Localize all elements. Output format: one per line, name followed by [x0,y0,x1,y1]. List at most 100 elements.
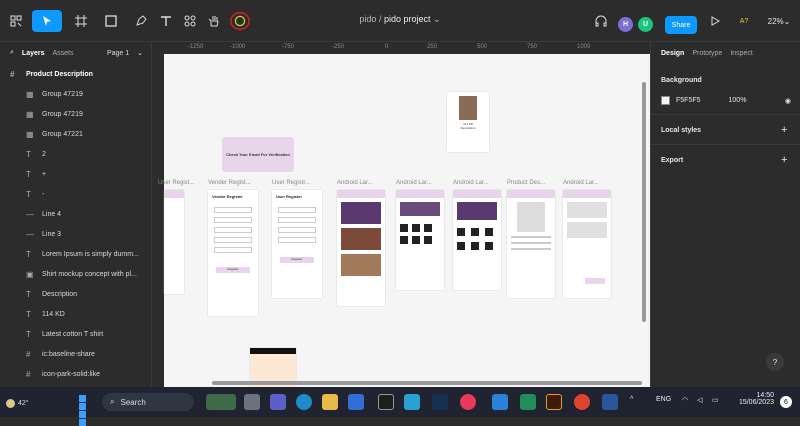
present-play-icon[interactable] [707,10,723,32]
layer-list: ▦ Group 47219 ▦ Group 47219 ▦ Group 47221 T 2 T +… [0,84,151,384]
share-button[interactable]: Share [665,16,697,34]
folder-icon[interactable] [322,394,338,410]
banner-image [341,228,381,250]
color-swatch[interactable] [661,96,670,105]
background-color-row[interactable]: F5F5F5 100% ◉ [661,96,791,105]
project-name[interactable]: pido [359,14,376,24]
tab-assets[interactable]: Assets [53,50,74,57]
layer-item[interactable]: T + [0,164,151,184]
tab-design[interactable]: Design [661,50,684,57]
app-icon[interactable] [404,394,420,410]
screen-android-3[interactable] [453,190,501,290]
layer-item[interactable]: ▣ Shirt mockup concept with pl... [0,264,151,284]
tab-layers[interactable]: Layers [22,50,45,57]
volume-icon[interactable]: ◁ [697,396,702,404]
layer-item[interactable]: T 114 KD [0,304,151,324]
frame-label[interactable]: Vender Regist... [208,180,251,186]
file-explorer-icon[interactable] [244,394,260,410]
page-chevron-icon[interactable]: ⌄ [137,49,143,57]
background-opacity[interactable]: 100% [729,97,747,104]
chrome-icon[interactable] [574,394,590,410]
add-export-icon[interactable]: + [781,154,787,166]
language-indicator[interactable]: ENG [656,396,671,403]
screen-user-register-1[interactable] [164,190,184,294]
taskbar-search[interactable]: ⌕ Search [102,393,194,411]
search-icon[interactable]: ⌕ [10,49,14,57]
windows-start-icon[interactable] [78,394,94,426]
layer-label: Group 47219 [42,90,83,98]
clock[interactable]: 14:50 15/06/2023 [734,392,774,406]
tab-inspect[interactable]: Inspect [730,50,753,57]
screen-header [563,190,611,198]
layer-root[interactable]: # Product Description [0,64,151,84]
screen-android-1[interactable] [337,190,385,306]
layer-item[interactable]: T Description [0,284,151,304]
layer-item[interactable]: ▦ Group 47221 [0,124,151,144]
vscode-icon[interactable] [492,394,508,410]
headphones-icon[interactable] [593,10,609,32]
add-local-style-icon[interactable]: + [781,124,787,136]
text-line [511,248,551,250]
zoom-level[interactable]: 22% ⌄ [764,10,794,32]
layer-item[interactable]: T2 [0,144,151,164]
screen-vendor-register[interactable]: Vendor Register Register [208,190,258,316]
screen-android-2[interactable] [396,190,444,290]
screen-android-cart[interactable] [563,190,611,298]
app-icon[interactable] [520,394,536,410]
frame-label[interactable]: Android Lar... [337,180,373,186]
store-icon[interactable] [348,394,364,410]
tab-prototype[interactable]: Prototype [692,50,722,57]
design-board[interactable]: 114 KD Description Check Your Email For … [158,54,650,387]
screen-product-description[interactable] [507,190,555,298]
notification-app-icon[interactable] [460,394,476,410]
image-layer-icon: ▣ [26,269,34,279]
frame-label[interactable]: Android Lar... [396,180,432,186]
notification-badge[interactable]: 6 [780,396,792,408]
tray-chevron-icon[interactable]: ^ [630,396,633,403]
verification-popup[interactable]: Check Your Email For Verification [222,137,294,172]
chevron-down-icon[interactable]: ⌄ [433,14,441,24]
layer-item[interactable]: T- [0,184,151,204]
frame-label[interactable]: Product Des... [507,180,545,186]
avatar-u[interactable]: U [638,17,653,32]
layer-label: Latest cotton T shirt [42,330,104,338]
ai-assistant-button[interactable]: A? [735,10,753,32]
layer-item[interactable]: # icon-park-solid:like [0,364,151,384]
teams-icon[interactable] [270,394,286,410]
horizontal-scrollbar[interactable] [212,381,642,385]
layer-item[interactable]: ▦ Group 47219 [0,104,151,124]
widget-image-icon[interactable] [206,394,236,410]
layer-item[interactable]: — Line 3 [0,224,151,244]
page-selector[interactable]: Page 1 [107,50,129,57]
help-button[interactable]: ? [766,353,784,371]
background-hex[interactable]: F5F5F5 [676,97,701,104]
layer-item[interactable]: # ic:baseline-share [0,344,151,364]
eye-icon[interactable]: ◉ [785,97,791,105]
battery-icon[interactable]: ▭ [712,396,719,404]
layer-item[interactable]: ▦ Group 47219 [0,84,151,104]
avatar-h[interactable]: H [618,17,633,32]
frame-label[interactable]: User Regist... [158,180,194,186]
canvas[interactable]: -1250 -1000 -750 -250 0 250 500 750 1000… [152,42,650,387]
screen-user-register[interactable]: User Register Register [272,190,322,298]
illustrator-icon[interactable] [546,394,562,410]
wifi-icon[interactable]: ◠ [682,396,688,404]
edge-icon[interactable] [296,394,312,410]
toolbar: pido / pido project ⌄ H U Share A? 22% ⌄ [0,0,800,42]
frame-label[interactable]: User Registr... [272,180,310,186]
figma-icon[interactable] [378,394,394,410]
frame-label[interactable]: Android Lar... [453,180,489,186]
weather-widget[interactable]: 42° [6,393,40,413]
word-icon[interactable] [602,394,618,410]
ruler-tick: 500 [477,44,488,50]
photo-app-icon[interactable] [432,394,448,410]
vertical-scrollbar[interactable] [642,82,646,322]
product-detail-frame[interactable]: 114 KD Description [447,92,489,152]
search-icon: ⌕ [110,397,115,406]
layer-item[interactable]: — Line 4 [0,204,151,224]
line-layer-icon: — [26,229,34,239]
frame-label[interactable]: Android Lar... [563,180,599,186]
file-name[interactable]: pido project [384,14,431,24]
layer-item[interactable]: T Latest cotton T shirt [0,324,151,344]
layer-item[interactable]: T Lorem Ipsum is simply dumm... [0,244,151,264]
